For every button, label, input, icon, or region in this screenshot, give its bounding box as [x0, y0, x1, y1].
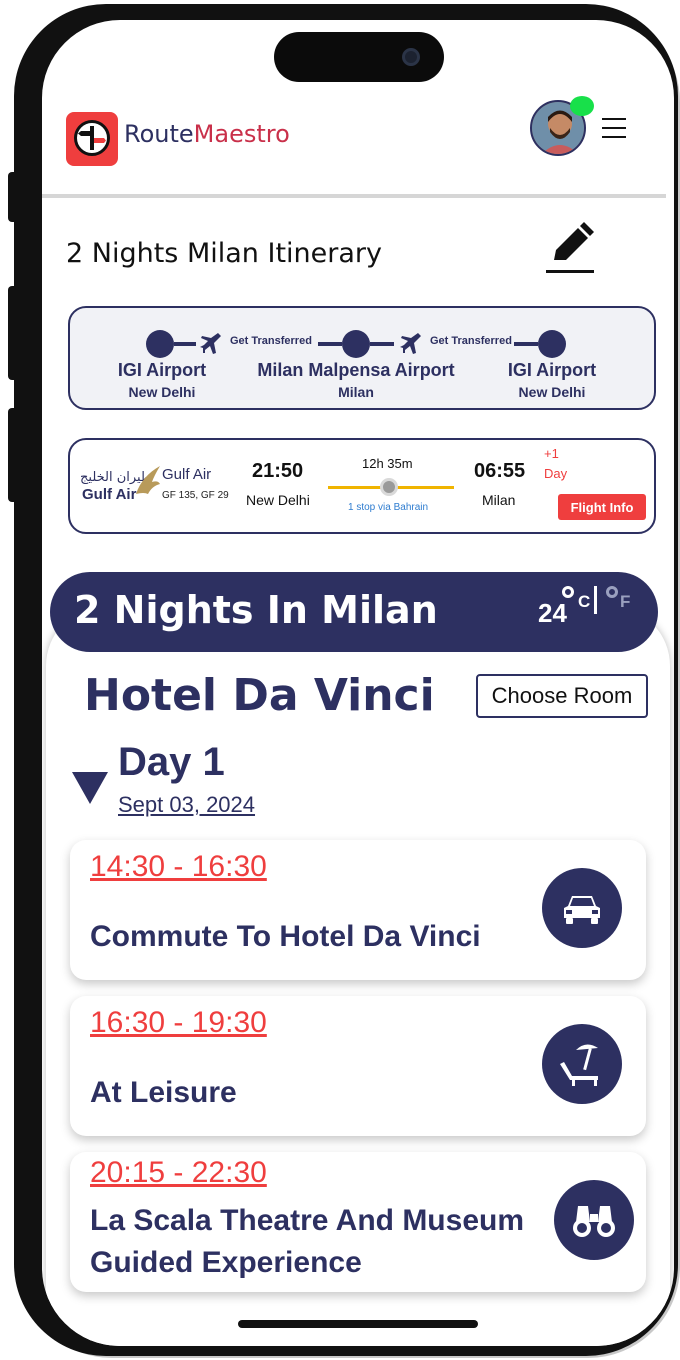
activity-title: Commute To Hotel Da Vinci: [90, 920, 481, 953]
dynamic-island: [274, 32, 444, 82]
signpost-icon: [74, 120, 110, 156]
route-node: [342, 330, 370, 358]
activity-time[interactable]: 16:30 - 19:30: [90, 1006, 267, 1040]
day-date[interactable]: Sept 03, 2024: [118, 792, 255, 818]
stop-city: New Delhi: [128, 384, 196, 400]
transfer-label: Get Transferred: [430, 335, 512, 347]
flight-card[interactable]: طيران الخليج Gulf Air Gulf Air GF 135, G…: [68, 438, 656, 534]
plane-icon: [200, 333, 221, 354]
day-label: Day 1: [118, 740, 225, 784]
degree-icon: [562, 586, 574, 598]
activity-card[interactable]: 14:30 - 16:30 Commute To Hotel Da Vinci: [70, 840, 646, 980]
airline-logo-text: Gulf Air: [82, 486, 137, 503]
arrival-city: Milan: [482, 492, 516, 508]
temperature: 24: [538, 598, 567, 628]
header-divider: [42, 194, 666, 198]
collapse-arrow-icon[interactable]: [72, 772, 108, 804]
stop-city: Milan: [338, 384, 374, 400]
flight-numbers: GF 135, GF 29: [162, 490, 229, 501]
unit-separator: [594, 586, 597, 614]
app-logo[interactable]: [66, 112, 118, 166]
stop-city: New Delhi: [518, 384, 586, 400]
activity-card[interactable]: 20:15 - 22:30 La Scala Theatre And Museu…: [70, 1152, 646, 1292]
departure-city: New Delhi: [246, 492, 310, 508]
transfer-label: Get Transferred: [230, 335, 312, 347]
plus-days-unit: Day: [544, 466, 568, 481]
activity-time[interactable]: 20:15 - 22:30: [90, 1156, 267, 1190]
brand-name[interactable]: RouteMaestro: [124, 120, 290, 148]
degree-icon: [606, 586, 618, 598]
camera-icon: [402, 48, 420, 66]
falcon-icon: [136, 466, 160, 494]
flight-info-button[interactable]: Flight Info: [558, 494, 646, 520]
route-node: [538, 330, 566, 358]
page-title: 2 Nights Milan Itinerary: [66, 238, 382, 269]
activity-title: La Scala Theatre And Museum Guided Exper…: [90, 1204, 525, 1279]
arrival-time: 06:55: [474, 460, 526, 482]
stay-banner: 2 Nights In Milan 24 C F: [50, 572, 658, 652]
route-connector: [514, 342, 538, 346]
route-connector: [318, 342, 342, 346]
route-card: Get Transferred Get Transferred IGI Airp…: [68, 306, 656, 410]
departure-time: 21:50: [252, 460, 304, 482]
hotel-name: Hotel Da Vinci: [84, 670, 435, 721]
stops-info: 1 stop via Bahrain: [348, 502, 429, 513]
activity-time[interactable]: 14:30 - 16:30: [90, 850, 267, 884]
flight-duration: 12h 35m: [362, 456, 413, 471]
stop-name: Milan Malpensa Airport: [257, 360, 455, 380]
route-node: [146, 330, 174, 358]
route-connector: [174, 342, 196, 346]
brand-part-1: Route: [124, 120, 194, 148]
stop-name: IGI Airport: [117, 360, 207, 380]
activity-card[interactable]: 16:30 - 19:30 At Leisure: [70, 996, 646, 1136]
pencil-icon[interactable]: [542, 220, 598, 276]
binoculars-icon: [554, 1180, 634, 1260]
choose-room-button[interactable]: Choose Room: [476, 674, 648, 718]
plane-icon: [400, 333, 421, 354]
home-indicator[interactable]: [238, 1320, 478, 1328]
car-icon: [542, 868, 622, 948]
online-status-dot: [570, 96, 594, 116]
brand-part-2: Maestro: [193, 120, 290, 148]
plus-days: +1: [544, 446, 559, 461]
stop-dot: [380, 478, 398, 496]
hamburger-icon[interactable]: [602, 118, 626, 138]
airline-name: Gulf Air: [162, 466, 212, 483]
stay-title: 2 Nights In Milan: [74, 588, 438, 632]
beach-chair-icon: [542, 1024, 622, 1104]
fahrenheit-toggle[interactable]: F: [620, 592, 630, 612]
phone-frame: RouteMaestro 2 Nights Milan Itinerary Ge…: [14, 4, 678, 1356]
screen: RouteMaestro 2 Nights Milan Itinerary Ge…: [42, 20, 674, 1346]
stop-name: IGI Airport: [507, 360, 597, 380]
route-connector: [370, 342, 394, 346]
activity-title: At Leisure: [90, 1076, 237, 1109]
celsius-toggle[interactable]: C: [578, 592, 590, 612]
plus-day-indicator: +1 Day: [544, 444, 567, 484]
